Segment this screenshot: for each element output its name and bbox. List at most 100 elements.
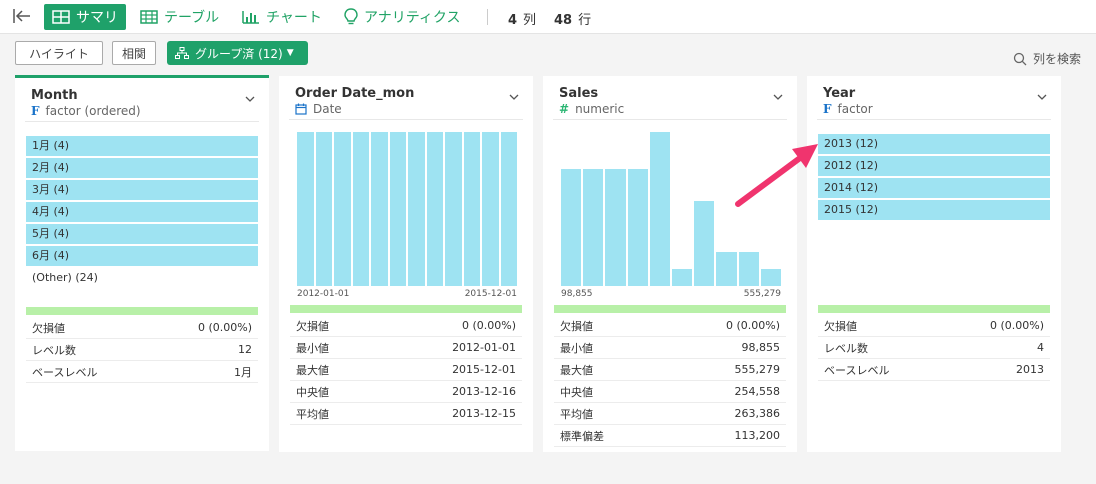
highlight-button[interactable]: ハイライト	[15, 41, 103, 65]
histogram-bar[interactable]	[627, 168, 648, 286]
card-header: Sales # numeric	[559, 86, 785, 116]
row-count: 48 行	[554, 9, 591, 28]
histogram-bar[interactable]	[408, 132, 425, 286]
stat-label: 平均値	[560, 407, 593, 421]
stat-row: 最大値 2015-12-01	[290, 359, 522, 381]
axis-min-label: 98,855	[561, 289, 593, 299]
column-count-value: 4	[508, 13, 518, 28]
stat-value: 254,558	[734, 385, 781, 398]
histogram[interactable]	[297, 132, 517, 286]
histogram-bar[interactable]	[426, 132, 443, 286]
tab-analytics-label: アナリティクス	[364, 10, 461, 26]
stats-table: 欠損値 0 (0.00%) 最小値 2012-01-01 最大値 2015-12-01…	[290, 315, 522, 425]
chevron-down-icon[interactable]	[509, 92, 519, 102]
numeric-type-icon: #	[559, 102, 570, 116]
stat-label: 欠損値	[32, 321, 65, 335]
histogram-bar[interactable]	[649, 132, 670, 286]
category-item[interactable]: 5月 (4)	[26, 224, 258, 244]
correlation-button[interactable]: 相関	[112, 41, 156, 65]
tab-table[interactable]: テーブル	[140, 4, 219, 30]
histogram-bar[interactable]	[315, 132, 332, 286]
stat-row: ベースレベル 2013	[818, 359, 1050, 381]
stat-value: 0 (0.00%)	[197, 321, 252, 334]
histogram-bar[interactable]	[463, 132, 480, 286]
category-item[interactable]: 2013 (12)	[818, 134, 1050, 154]
histogram-bar[interactable]	[561, 168, 582, 286]
category-item[interactable]: 3月 (4)	[26, 180, 258, 200]
stat-label: ベースレベル	[32, 365, 98, 379]
grouped-dropdown-button[interactable]: グループ済 (12) ▼	[167, 41, 308, 65]
column-card-month[interactable]: Month F factor (ordered) 1月 (4) 2月 (4) 3…	[15, 75, 269, 451]
header-divider	[817, 119, 1051, 120]
stat-label: 最小値	[560, 341, 593, 355]
histogram-bar[interactable]	[583, 168, 604, 286]
histogram-bar[interactable]	[352, 132, 369, 286]
group-icon	[175, 47, 189, 59]
stat-row: 欠損値 0 (0.00%)	[554, 315, 786, 337]
stat-label: 最大値	[560, 363, 593, 377]
category-item[interactable]: 2012 (12)	[818, 156, 1050, 176]
stat-value: 2012-01-01	[452, 341, 516, 354]
table-icon	[140, 10, 158, 24]
histogram-bar[interactable]	[694, 201, 715, 286]
histogram-bar[interactable]	[482, 132, 499, 286]
chevron-down-icon[interactable]	[1037, 92, 1047, 102]
histogram-bar[interactable]	[672, 269, 693, 286]
histogram-bar[interactable]	[500, 132, 517, 286]
stat-row: レベル数 12	[26, 339, 258, 361]
histogram-bar[interactable]	[371, 132, 388, 286]
histogram[interactable]	[561, 132, 781, 286]
category-other: (Other) (24)	[32, 271, 98, 284]
grid-icon	[52, 10, 70, 24]
tab-summary[interactable]: サマリ	[44, 4, 126, 30]
stat-value: 0 (0.00%)	[725, 319, 780, 332]
category-item[interactable]: 2015 (12)	[818, 200, 1050, 220]
tab-chart-label: チャート	[266, 10, 322, 26]
toolbar-divider	[487, 9, 488, 25]
column-type-label: factor (ordered)	[45, 104, 141, 118]
stat-value: 12	[238, 343, 252, 356]
category-item[interactable]: 4月 (4)	[26, 202, 258, 222]
caret-down-icon: ▼	[286, 48, 294, 58]
histogram-bar[interactable]	[738, 252, 759, 286]
category-item[interactable]: 2014 (12)	[818, 178, 1050, 198]
summary-actions-bar: ハイライト 相関 グループ済 (12) ▼ 列を検索	[0, 34, 1096, 74]
column-type-label: numeric	[575, 102, 625, 116]
stat-row: 標準偏差 113,200	[554, 425, 786, 447]
axis-max-label: 2015-12-01	[464, 289, 517, 299]
stat-value: 0 (0.00%)	[461, 319, 516, 332]
histogram-bar[interactable]	[716, 252, 737, 286]
category-item[interactable]: 2月 (4)	[26, 158, 258, 178]
search-icon	[1013, 52, 1027, 65]
stat-row: 中央値 254,558	[554, 381, 786, 403]
stats-table: 欠損値 0 (0.00%) レベル数 4 ベースレベル 2013	[818, 315, 1050, 381]
column-count: 4列	[508, 9, 536, 28]
category-item[interactable]: 6月 (4)	[26, 246, 258, 266]
column-type: F factor	[823, 102, 1049, 116]
tab-chart[interactable]: チャート	[242, 4, 322, 30]
histogram-bar[interactable]	[605, 168, 626, 286]
category-item[interactable]: 1月 (4)	[26, 136, 258, 156]
column-card-sales[interactable]: Sales # numeric 98,855 555,279 欠損値 0 (0.0…	[543, 76, 797, 452]
column-search[interactable]: 列を検索	[1013, 50, 1081, 67]
stat-row: 平均値 263,386	[554, 403, 786, 425]
histogram-bar[interactable]	[760, 269, 781, 286]
stat-value: 113,200	[734, 429, 781, 442]
column-card-order-date-mon[interactable]: Order Date_mon Date 2012-01-01 2015-12-0…	[279, 76, 533, 452]
histogram-bar[interactable]	[389, 132, 406, 286]
collapse-sidebar-icon[interactable]	[12, 6, 34, 28]
lightbulb-icon	[344, 8, 358, 26]
stat-label: 中央値	[296, 385, 329, 399]
factor-type-icon: F	[31, 104, 40, 118]
stat-row: 欠損値 0 (0.00%)	[26, 317, 258, 339]
histogram-bar[interactable]	[445, 132, 462, 286]
tab-analytics[interactable]: アナリティクス	[344, 4, 460, 30]
histogram-bar[interactable]	[297, 132, 314, 286]
chevron-down-icon[interactable]	[245, 94, 255, 104]
histogram-bar[interactable]	[334, 132, 351, 286]
header-divider	[553, 119, 787, 120]
chevron-down-icon[interactable]	[773, 92, 783, 102]
stat-label: 中央値	[560, 385, 593, 399]
stat-value: 4	[1037, 341, 1044, 354]
column-card-year[interactable]: Year F factor 2013 (12) 2012 (12) 2014 (…	[807, 76, 1061, 452]
